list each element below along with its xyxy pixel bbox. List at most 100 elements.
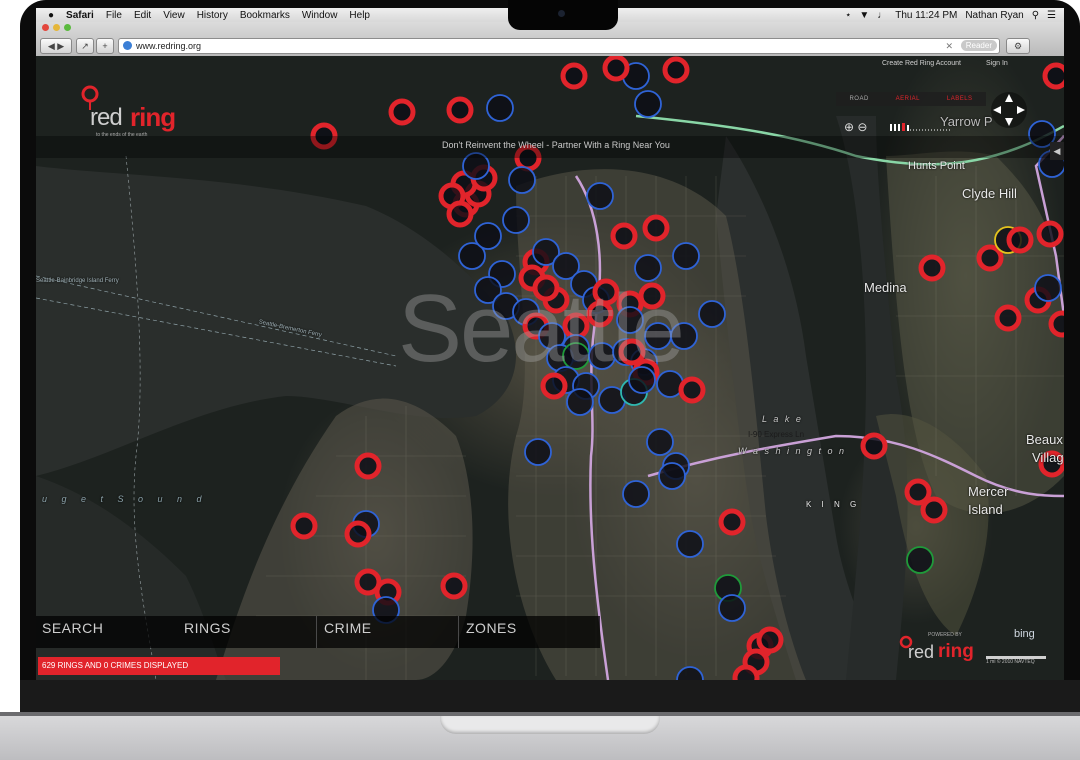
ring-marker-blue[interactable] <box>658 462 686 490</box>
ring-marker-red[interactable] <box>718 508 746 536</box>
ring-marker-blue[interactable] <box>646 428 674 456</box>
tab-zones[interactable]: ZONES <box>466 620 517 636</box>
minimize-window-icon[interactable] <box>53 24 60 31</box>
ring-marker-blue[interactable] <box>502 206 530 234</box>
status-banner: 629 RINGS AND 0 CRIMES DISPLAYED <box>38 657 280 675</box>
ring-marker-green[interactable] <box>906 546 934 574</box>
scale-label: 1 mi <box>986 659 996 665</box>
ring-marker-red[interactable] <box>440 572 468 600</box>
ring-marker-blue[interactable] <box>1034 274 1062 302</box>
create-account-link[interactable]: Create Red Ring Account <box>882 60 961 67</box>
logo-text-red: red <box>90 104 123 131</box>
ring-marker-red[interactable] <box>446 200 474 228</box>
ring-marker-red[interactable] <box>994 304 1022 332</box>
ring-marker-blue[interactable] <box>508 166 536 194</box>
redring-logo[interactable]: red ring to the ends of the earth <box>80 82 200 142</box>
settings-gear-button[interactable]: ⚙ <box>1006 38 1030 54</box>
spotlight-icon[interactable]: ⚲ <box>1032 10 1039 21</box>
map-type-road[interactable]: ROAD <box>849 96 868 102</box>
sign-in-link[interactable]: Sign In <box>986 60 1008 67</box>
zoom-in-icon[interactable]: ⊕ <box>844 120 854 134</box>
ring-marker-red[interactable] <box>354 452 382 480</box>
ring-marker-blue[interactable] <box>622 480 650 508</box>
apple-menu-icon[interactable]: ● <box>48 10 54 21</box>
ring-marker-red[interactable] <box>756 626 784 654</box>
ring-marker-red[interactable] <box>290 512 318 540</box>
tab-search[interactable]: SEARCH <box>42 620 103 636</box>
ring-marker-red[interactable] <box>610 222 638 250</box>
share-button[interactable]: ↗ <box>76 38 94 54</box>
map-type-labels[interactable]: LABELS <box>947 96 973 102</box>
menu-window[interactable]: Window <box>302 10 338 21</box>
tab-rings[interactable]: RINGS <box>184 620 231 636</box>
ring-marker-blue[interactable] <box>718 594 746 622</box>
menu-help[interactable]: Help <box>349 10 370 21</box>
notification-list-icon[interactable]: ☰ <box>1047 10 1056 21</box>
reader-button[interactable]: Reader <box>960 40 997 51</box>
ring-marker-red[interactable] <box>732 664 760 680</box>
ring-marker-red[interactable] <box>642 214 670 242</box>
ring-marker-red[interactable] <box>920 496 948 524</box>
ring-marker-red[interactable] <box>678 376 706 404</box>
powered-logo-red: red <box>908 642 935 662</box>
stop-load-icon[interactable]: ✕ <box>945 39 953 53</box>
tab-divider <box>458 616 459 648</box>
pan-compass-icon[interactable] <box>989 90 1029 130</box>
ring-marker-blue[interactable] <box>474 222 502 250</box>
ring-marker-blue[interactable] <box>698 300 726 328</box>
ring-marker-red[interactable] <box>1006 226 1034 254</box>
ring-marker-red[interactable] <box>1036 220 1064 248</box>
address-bar-url: www.redring.org <box>136 41 202 51</box>
ring-marker-blue[interactable] <box>586 182 614 210</box>
menubar-clock[interactable]: Thu 11:24 PM <box>895 10 957 21</box>
zoom-out-icon[interactable]: ⊖ <box>857 120 867 134</box>
menu-app-safari[interactable]: Safari <box>66 10 94 21</box>
close-window-icon[interactable] <box>42 24 49 31</box>
volume-icon[interactable]: ♩ <box>877 10 887 21</box>
zoom-window-icon[interactable] <box>64 24 71 31</box>
puget-sound-water <box>36 476 226 680</box>
ring-marker-red[interactable] <box>446 96 474 124</box>
ring-marker-red[interactable] <box>602 56 630 82</box>
address-bar[interactable]: www.redring.org ✕ Reader <box>118 38 1000 54</box>
ring-marker-red[interactable] <box>560 62 588 90</box>
add-bookmark-button[interactable]: + <box>96 38 114 54</box>
back-forward-buttons[interactable]: ◀ ▶ <box>40 38 72 54</box>
bluetooth-icon[interactable]: ⋆ <box>845 10 851 21</box>
map-type-aerial[interactable]: AERIAL <box>896 96 920 102</box>
place-lake-label: L a k e <box>762 414 803 424</box>
map-copyright: © 2010 NAVTEQ <box>996 659 1035 665</box>
menubar-user[interactable]: Nathan Ryan <box>965 10 1023 21</box>
ring-marker-red[interactable] <box>344 520 372 548</box>
ring-marker-blue[interactable] <box>486 94 514 122</box>
map-scale: 1 mi © 2010 NAVTEQ <box>986 652 1060 670</box>
menu-view[interactable]: View <box>163 10 185 21</box>
ring-marker-red[interactable] <box>1042 62 1064 90</box>
place-i90-express: I-90 Express Ln <box>748 430 805 439</box>
ring-marker-red[interactable] <box>1048 310 1064 338</box>
menubar-status-area: ⋆ ▼ ♩ Thu 11:24 PM Nathan Ryan ⚲ ☰ <box>845 8 1056 22</box>
ring-marker-blue[interactable] <box>676 530 704 558</box>
ring-marker-blue[interactable] <box>634 90 662 118</box>
ring-marker-blue[interactable] <box>566 388 594 416</box>
ring-marker-blue[interactable] <box>672 242 700 270</box>
ring-marker-red[interactable] <box>976 244 1004 272</box>
wifi-icon[interactable]: ▼ <box>859 10 869 21</box>
ring-marker-red[interactable] <box>860 432 888 460</box>
menu-edit[interactable]: Edit <box>134 10 151 21</box>
menu-file[interactable]: File <box>106 10 122 21</box>
map-canvas[interactable]: Seattle Yarrow P Hunts Point Clyde Hill … <box>36 56 1064 680</box>
screen: ● Safari File Edit View History Bookmark… <box>36 8 1064 680</box>
ring-marker-red[interactable] <box>918 254 946 282</box>
bing-logo: bing <box>1014 628 1035 640</box>
ring-marker-red[interactable] <box>388 98 416 126</box>
menu-bookmarks[interactable]: Bookmarks <box>240 10 290 21</box>
menu-history[interactable]: History <box>197 10 228 21</box>
panel-collapse-button[interactable]: ◀ <box>1050 142 1064 160</box>
ring-marker-blue[interactable] <box>524 438 552 466</box>
camera-icon <box>558 10 565 17</box>
laptop-opening-notch <box>440 716 660 734</box>
zoom-slider[interactable] <box>890 122 970 132</box>
ring-marker-red[interactable] <box>662 56 690 84</box>
tab-crime[interactable]: CRIME <box>324 620 372 636</box>
